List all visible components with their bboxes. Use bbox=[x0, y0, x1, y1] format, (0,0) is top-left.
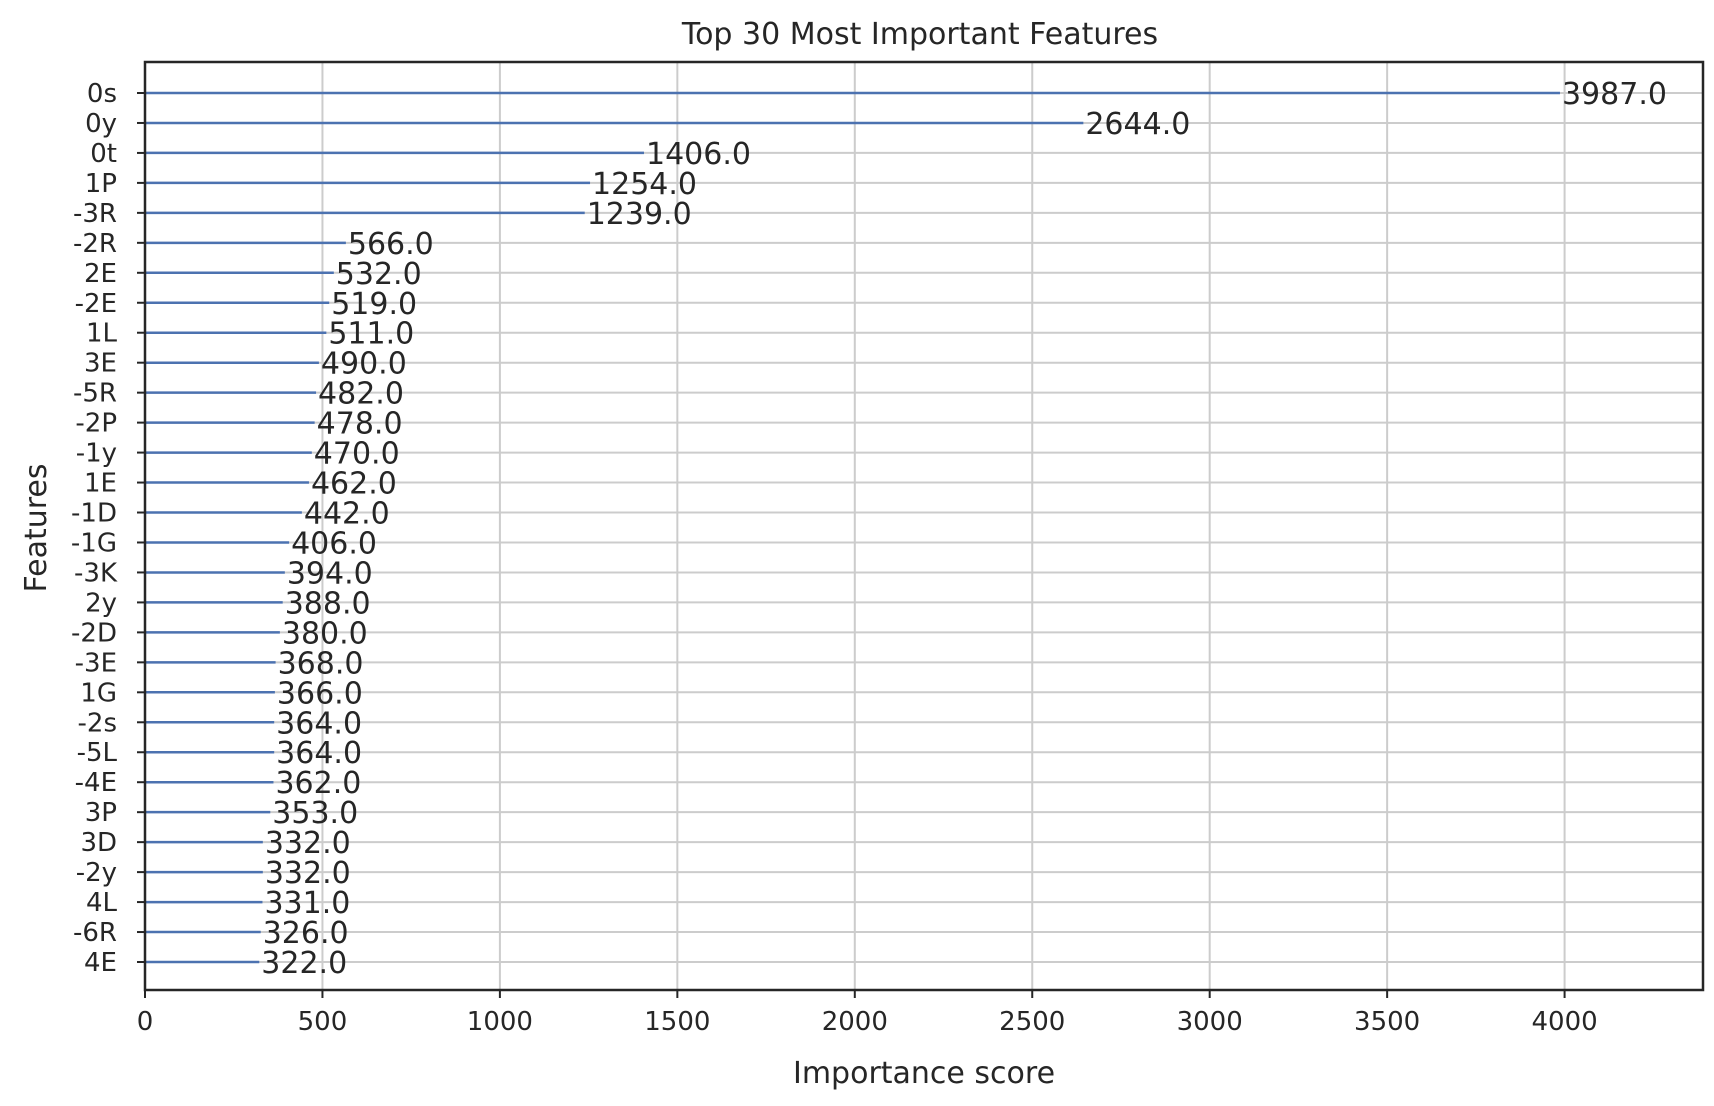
y-tick-label: 4L bbox=[86, 888, 118, 918]
y-tick-label: 3D bbox=[80, 828, 117, 858]
y-tick-label: -2s bbox=[78, 708, 117, 738]
y-tick-label: -1D bbox=[71, 499, 117, 529]
y-tick-label: -6R bbox=[73, 918, 117, 948]
x-tick-label: 1000 bbox=[467, 1007, 533, 1037]
y-tick-label: 1G bbox=[80, 678, 117, 708]
x-tick-label: 2500 bbox=[999, 1007, 1065, 1037]
x-tick-label: 3500 bbox=[1354, 1007, 1420, 1037]
y-tick-label: 1P bbox=[85, 169, 117, 199]
x-tick-label: 1500 bbox=[644, 1007, 710, 1037]
chart-title: Top 30 Most Important Features bbox=[681, 17, 1158, 52]
y-tick-label: 3P bbox=[85, 798, 117, 828]
y-tick-label: -1y bbox=[76, 439, 117, 469]
y-tick-label: 1L bbox=[86, 319, 118, 349]
y-tick-label: -3E bbox=[75, 648, 117, 678]
y-tick-label: 0y bbox=[85, 109, 117, 139]
x-tick-label: 2000 bbox=[822, 1007, 888, 1037]
y-tick-label: 1E bbox=[84, 469, 117, 499]
y-tick-label: -2R bbox=[73, 229, 117, 259]
y-tick-label: 0s bbox=[87, 79, 117, 109]
y-tick-label: 3E bbox=[84, 349, 117, 379]
y-tick-label: -2E bbox=[75, 289, 117, 319]
bar-value-label: 322.0 bbox=[261, 946, 347, 981]
y-tick-label: 2y bbox=[85, 588, 117, 618]
y-tick-label: -3R bbox=[73, 199, 117, 229]
x-tick-label: 0 bbox=[137, 1007, 154, 1037]
y-tick-label: -3K bbox=[74, 558, 118, 588]
y-tick-label: -2D bbox=[71, 618, 117, 648]
y-tick-label: 0t bbox=[90, 139, 117, 169]
y-tick-label: -4E bbox=[75, 768, 117, 798]
y-tick-label: -2y bbox=[76, 858, 117, 888]
x-tick-label: 500 bbox=[298, 1007, 348, 1037]
y-tick-label: -5L bbox=[77, 738, 118, 768]
y-tick-label: -5R bbox=[73, 379, 117, 409]
y-tick-label: -1G bbox=[71, 528, 117, 558]
bar-value-label: 2644.0 bbox=[1085, 107, 1190, 142]
x-tick-label: 4000 bbox=[1532, 1007, 1598, 1037]
feature-importance-chart: Top 30 Most Important Features 3987.0 264… bbox=[19, 17, 1705, 1091]
y-tick-label: 2E bbox=[84, 259, 117, 289]
y-tick-label: 4E bbox=[84, 948, 117, 978]
y-axis-label: Features bbox=[19, 464, 54, 593]
x-tick-label: 3000 bbox=[1177, 1007, 1243, 1037]
y-axis-ticks: 0s0y0t1P-3R-2R2E-2E1L3E-5R-2P-1y1E-1D-1G… bbox=[71, 79, 145, 978]
bar-value-label: 1239.0 bbox=[587, 197, 692, 232]
bar-value-label: 3987.0 bbox=[1562, 77, 1667, 112]
y-tick-label: -2P bbox=[75, 409, 117, 439]
x-axis-ticks: 0 500 1000 1500 2000 2500 3000 3500 4000 bbox=[137, 990, 1598, 1037]
x-axis-label: Importance score bbox=[793, 1056, 1055, 1091]
